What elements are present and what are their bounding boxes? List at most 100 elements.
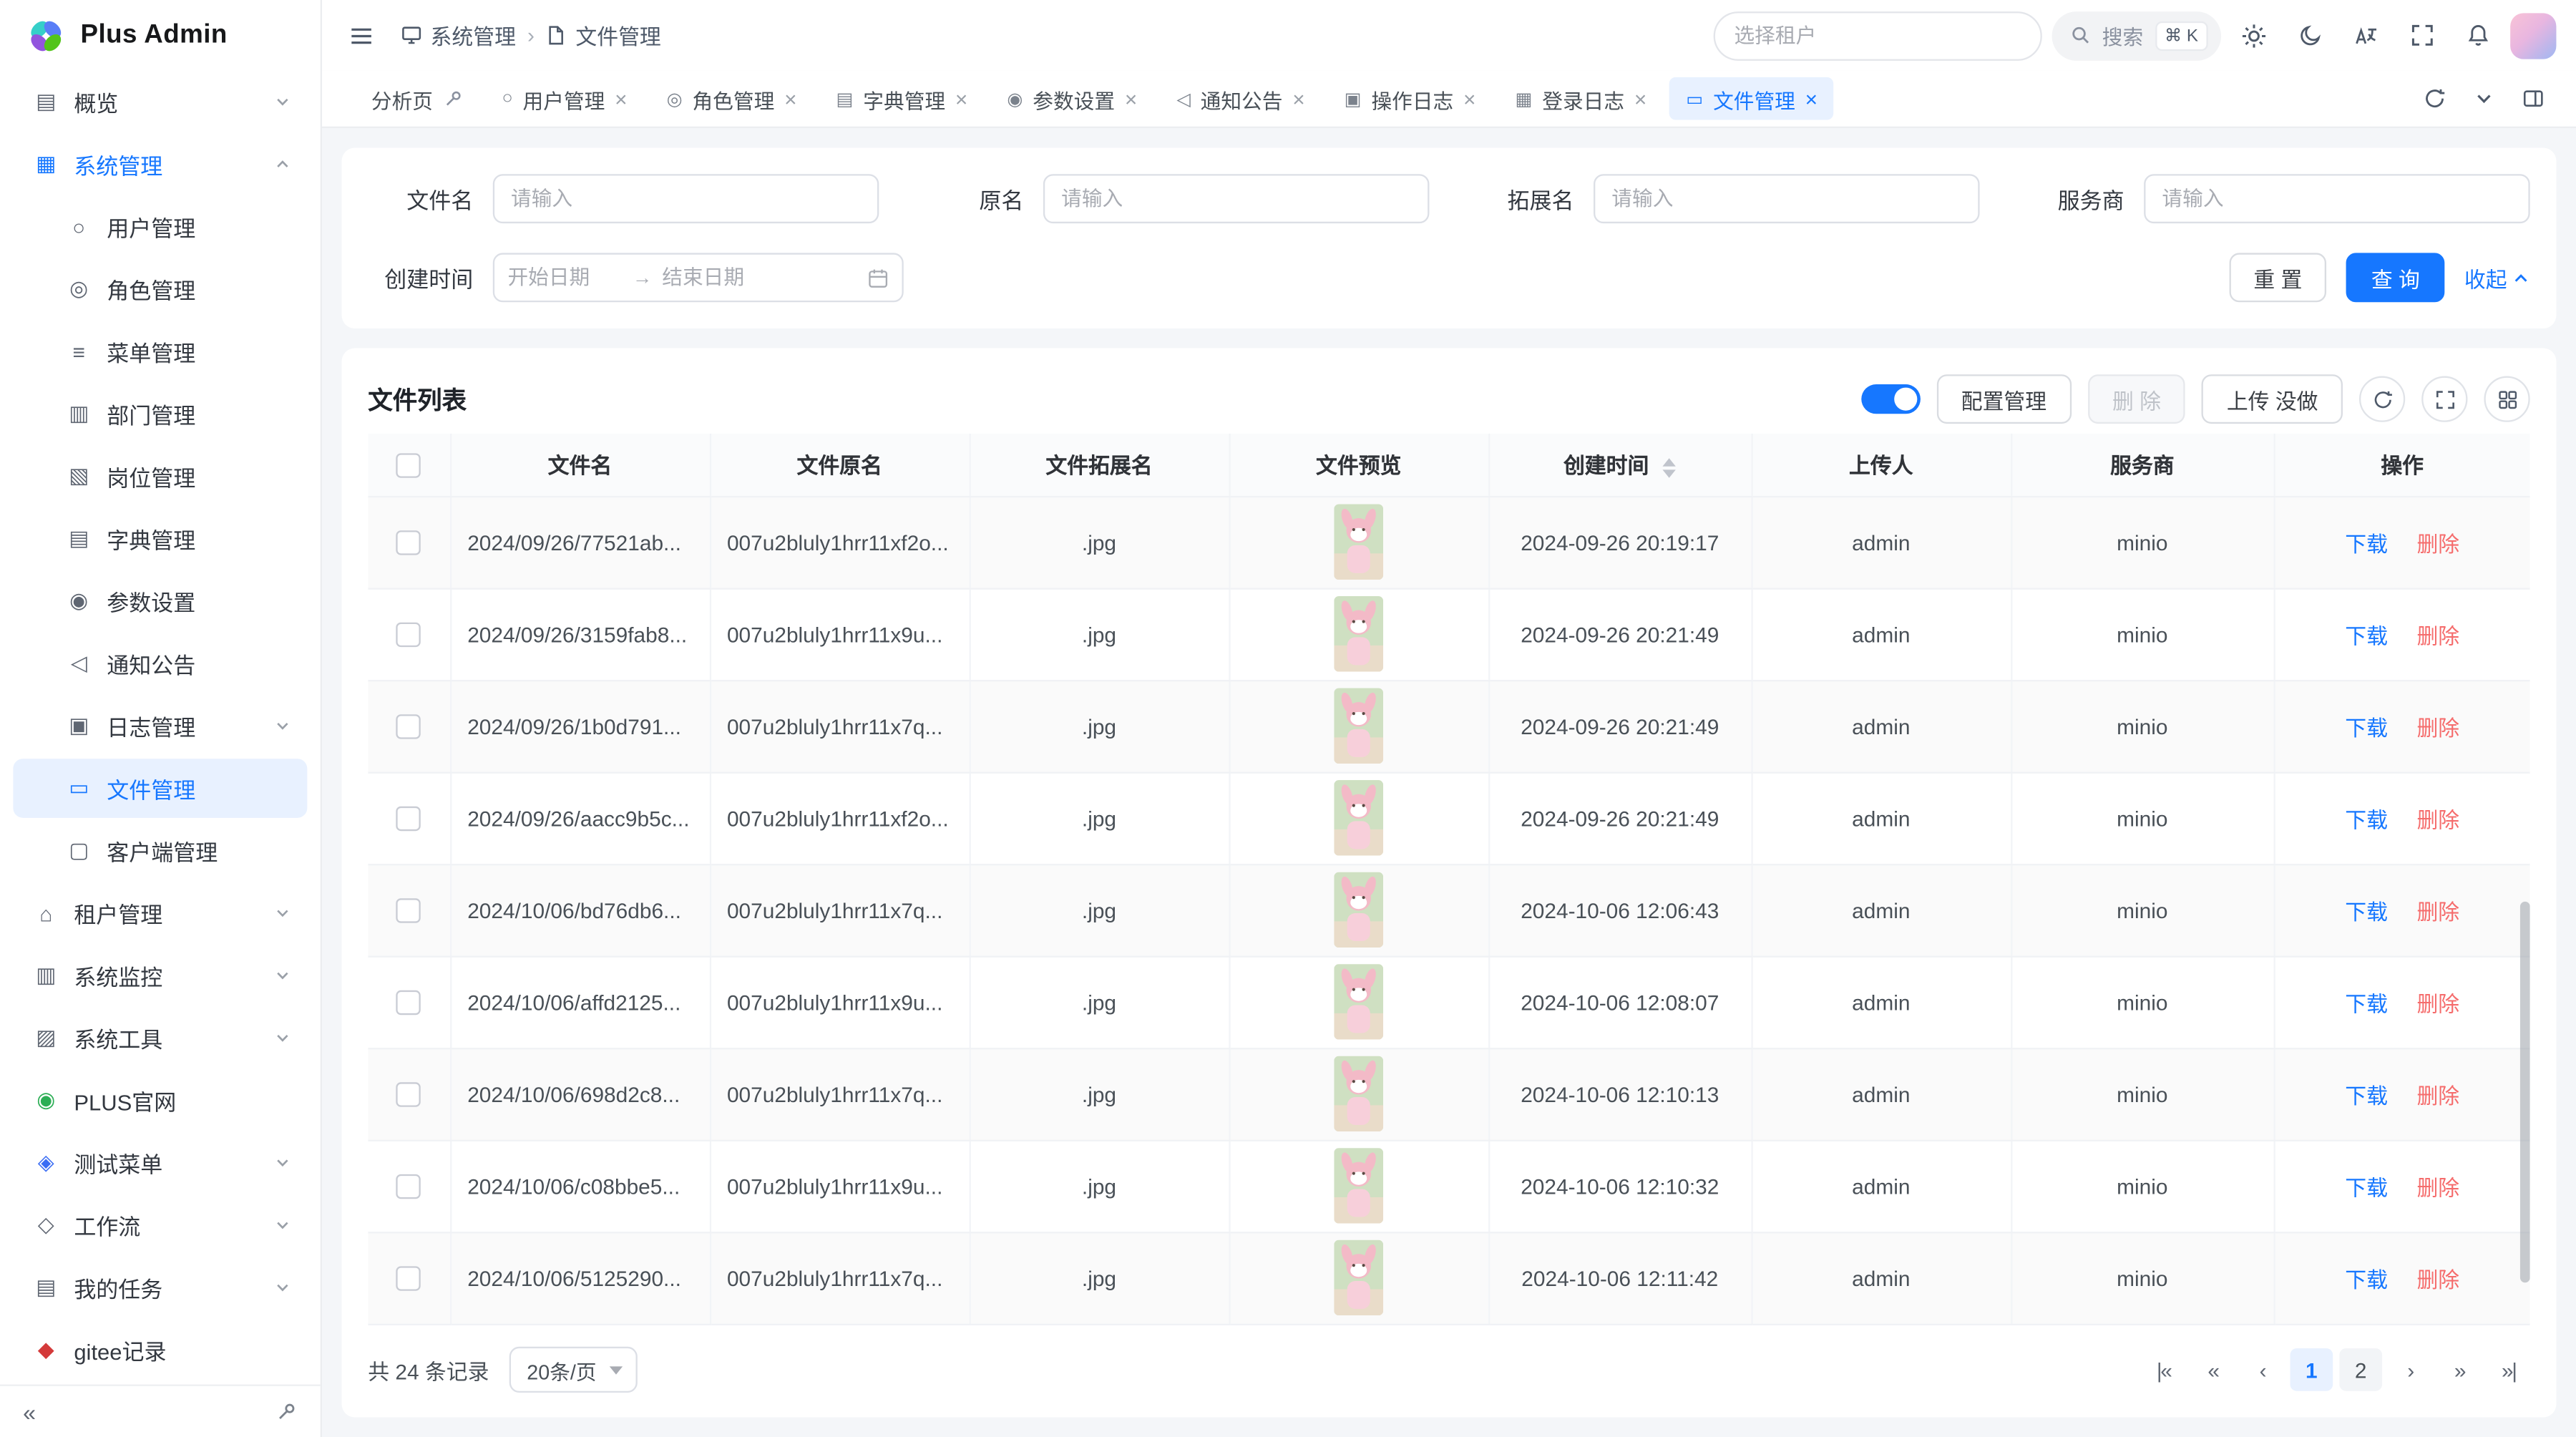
sidebar-menu-item[interactable]: ▤ 我的任务 bbox=[13, 1258, 307, 1317]
sidebar-menu-item[interactable]: ◆ gitee记录 bbox=[13, 1320, 307, 1380]
download-link[interactable]: 下载 bbox=[2345, 807, 2388, 832]
end-date-input[interactable] bbox=[662, 266, 777, 289]
fullscreen-button[interactable] bbox=[2399, 12, 2444, 58]
collapse-filters-link[interactable]: 收起 bbox=[2464, 262, 2530, 293]
sidebar-menu-item[interactable]: ◇ 工作流 bbox=[13, 1196, 307, 1255]
tab-menu-button[interactable] bbox=[2461, 76, 2507, 122]
download-link[interactable]: 下载 bbox=[2345, 1175, 2388, 1199]
close-icon[interactable]: × bbox=[1634, 88, 1646, 109]
file-preview-image[interactable] bbox=[1334, 964, 1383, 1040]
filter-field-input[interactable] bbox=[493, 174, 879, 223]
sidebar-menu-item[interactable]: ○ 用户管理 bbox=[13, 197, 307, 256]
sidebar-menu-item[interactable]: ≡ 菜单管理 bbox=[13, 322, 307, 381]
download-link[interactable]: 下载 bbox=[2345, 991, 2388, 1015]
sidebar-menu-item[interactable]: ◁ 通知公告 bbox=[13, 634, 307, 693]
sidebar-menu-item[interactable]: ▤ 字典管理 bbox=[13, 509, 307, 568]
close-icon[interactable]: × bbox=[955, 88, 967, 109]
page-tab[interactable]: ◎ 角色管理 × bbox=[650, 77, 814, 120]
refresh-table-button[interactable] bbox=[2359, 376, 2405, 422]
row-checkbox[interactable] bbox=[396, 990, 421, 1015]
close-icon[interactable]: × bbox=[784, 88, 796, 109]
sort-control[interactable] bbox=[1663, 458, 1676, 478]
sidebar-menu-item[interactable]: ▧ 岗位管理 bbox=[13, 447, 307, 506]
select-all-checkbox[interactable] bbox=[396, 453, 421, 477]
tenant-select[interactable] bbox=[1713, 11, 2041, 60]
download-link[interactable]: 下载 bbox=[2345, 1083, 2388, 1107]
download-link[interactable]: 下载 bbox=[2345, 531, 2388, 555]
translate-button[interactable] bbox=[2343, 12, 2389, 58]
download-link[interactable]: 下载 bbox=[2345, 715, 2388, 739]
layout-toggle-button[interactable] bbox=[2510, 76, 2556, 122]
query-button[interactable]: 查 询 bbox=[2346, 253, 2444, 302]
column-settings-button[interactable] bbox=[2484, 376, 2529, 422]
delete-link[interactable]: 删除 bbox=[2416, 531, 2459, 555]
prev-page-button[interactable]: ‹ bbox=[2241, 1348, 2284, 1391]
download-link[interactable]: 下载 bbox=[2345, 623, 2388, 648]
config-management-button[interactable]: 配置管理 bbox=[1936, 374, 2071, 424]
download-link[interactable]: 下载 bbox=[2345, 1267, 2388, 1291]
delete-link[interactable]: 删除 bbox=[2416, 715, 2459, 739]
page-number-button[interactable]: 1 bbox=[2290, 1348, 2333, 1391]
delete-link[interactable]: 删除 bbox=[2416, 1175, 2459, 1199]
sidebar-menu-item[interactable]: ▣ 日志管理 bbox=[13, 696, 307, 756]
upload-button[interactable]: 上传 没做 bbox=[2202, 374, 2343, 424]
refresh-tab-button[interactable] bbox=[2411, 76, 2457, 122]
settings-gear-button[interactable] bbox=[2231, 12, 2277, 58]
file-preview-image[interactable] bbox=[1334, 505, 1383, 580]
next-page-button[interactable]: › bbox=[2389, 1348, 2431, 1391]
delete-link[interactable]: 删除 bbox=[2416, 623, 2459, 648]
sidebar-menu-item[interactable]: ◈ 测试菜单 bbox=[13, 1133, 307, 1192]
close-icon[interactable]: × bbox=[615, 88, 627, 109]
sidebar-menu-item[interactable]: ▢ 客户端管理 bbox=[13, 821, 307, 880]
delete-link[interactable]: 删除 bbox=[2416, 807, 2459, 832]
table-scrollbar[interactable] bbox=[2520, 902, 2530, 1282]
start-date-input[interactable] bbox=[507, 266, 623, 289]
hamburger-menu-button[interactable] bbox=[338, 12, 384, 58]
delete-link[interactable]: 删除 bbox=[2416, 991, 2459, 1015]
stripe-toggle[interactable] bbox=[1861, 384, 1921, 414]
filter-field-input[interactable] bbox=[2144, 174, 2530, 223]
breadcrumb-item-system[interactable]: 系统管理 bbox=[401, 20, 516, 52]
dark-mode-button[interactable] bbox=[2287, 12, 2333, 58]
reset-button[interactable]: 重 置 bbox=[2229, 253, 2327, 302]
row-checkbox[interactable] bbox=[396, 898, 421, 922]
sidebar-menu-item[interactable]: ◉ PLUS官网 bbox=[13, 1071, 307, 1130]
sidebar-menu-item[interactable]: ▥ 部门管理 bbox=[13, 384, 307, 444]
table-fullscreen-button[interactable] bbox=[2421, 376, 2467, 422]
page-number-button[interactable]: 2 bbox=[2339, 1348, 2382, 1391]
column-header-created[interactable]: 创建时间 bbox=[1488, 434, 1751, 496]
delete-link[interactable]: 删除 bbox=[2416, 899, 2459, 923]
delete-link[interactable]: 删除 bbox=[2416, 1267, 2459, 1291]
notifications-button[interactable] bbox=[2454, 12, 2500, 58]
page-tab[interactable]: ▤ 字典管理 × bbox=[820, 77, 985, 120]
row-checkbox[interactable] bbox=[396, 623, 421, 647]
close-icon[interactable]: × bbox=[1805, 88, 1818, 109]
sidebar-collapse-button[interactable]: « bbox=[23, 1398, 36, 1425]
page-size-select[interactable]: 20条/页 bbox=[509, 1347, 638, 1393]
fast-next-button[interactable]: » bbox=[2438, 1348, 2481, 1391]
last-page-button[interactable]: »| bbox=[2487, 1348, 2530, 1391]
row-checkbox[interactable] bbox=[396, 1174, 421, 1199]
file-preview-image[interactable] bbox=[1334, 1148, 1383, 1224]
page-tab[interactable]: ◉ 参数设置 × bbox=[990, 77, 1153, 120]
close-icon[interactable]: × bbox=[1125, 88, 1137, 109]
filter-field-input[interactable] bbox=[1594, 174, 1980, 223]
row-checkbox[interactable] bbox=[396, 807, 421, 831]
sidebar-menu-item[interactable]: ◉ 参数设置 bbox=[13, 572, 307, 631]
batch-delete-button[interactable]: 删 除 bbox=[2088, 374, 2186, 424]
sidebar-menu-item[interactable]: ◎ 角色管理 bbox=[13, 260, 307, 319]
row-checkbox[interactable] bbox=[396, 1266, 421, 1290]
file-preview-image[interactable] bbox=[1334, 1056, 1383, 1132]
fast-prev-button[interactable]: « bbox=[2192, 1348, 2235, 1391]
page-tab[interactable]: ◁ 通知公告 × bbox=[1160, 77, 1321, 120]
row-checkbox[interactable] bbox=[396, 530, 421, 555]
sidebar-menu-item[interactable]: ▦ 系统管理 bbox=[13, 135, 307, 194]
user-avatar[interactable] bbox=[2510, 12, 2556, 58]
file-preview-image[interactable] bbox=[1334, 688, 1383, 764]
filter-field-input[interactable] bbox=[1043, 174, 1430, 223]
date-range-picker[interactable]: → bbox=[493, 253, 904, 302]
sidebar-pin-button[interactable] bbox=[276, 1401, 298, 1423]
sidebar-menu-item[interactable]: ▥ 系统监控 bbox=[13, 946, 307, 1005]
file-preview-image[interactable] bbox=[1334, 596, 1383, 672]
sidebar-menu-item[interactable]: ▨ 系统工具 bbox=[13, 1008, 307, 1068]
